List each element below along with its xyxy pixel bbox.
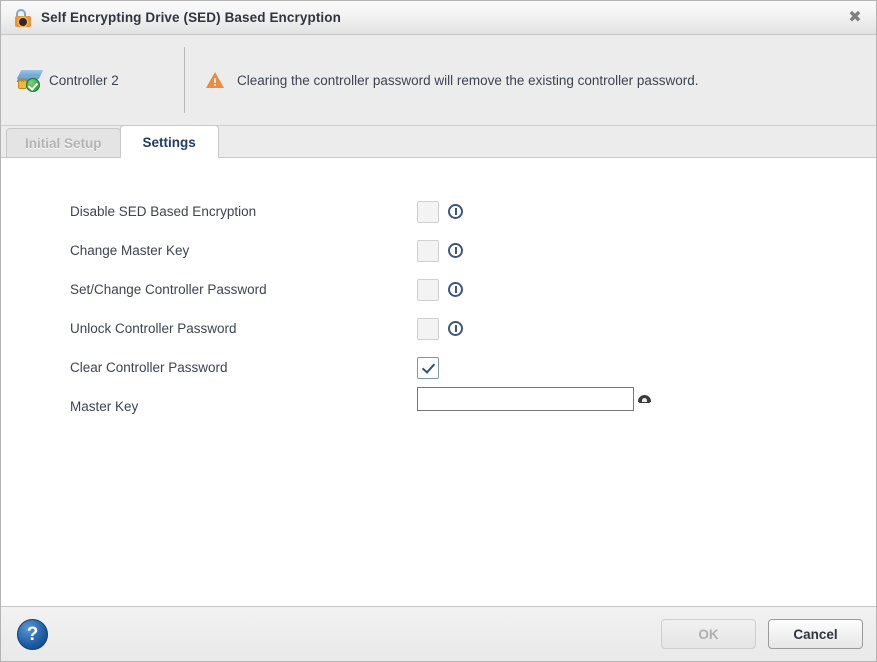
checkbox-wrap-change-master-key	[417, 240, 439, 262]
info-icon-disable-sed-based-encryption[interactable]	[448, 204, 463, 219]
controller-pane: Controller 2	[1, 35, 184, 125]
tab-strip: Initial Setup Settings	[1, 126, 876, 158]
info-icon-set-change-controller-password[interactable]	[448, 282, 463, 297]
master-key-input[interactable]	[417, 387, 634, 411]
tab-settings[interactable]: Settings	[120, 125, 219, 158]
dialog-header: Controller 2 Clearing the controller pas…	[1, 35, 876, 126]
padlock-gear-icon	[13, 8, 33, 28]
checkbox-wrap-disable-sed-based-encryption	[417, 201, 439, 223]
checkbox-wrap-unlock-controller-password	[417, 318, 439, 340]
row-set-change-controller-password: Set/Change Controller Password	[1, 270, 876, 309]
checkbox-wrap-clear-controller-password	[417, 357, 439, 379]
eye-icon[interactable]	[638, 392, 651, 403]
checkbox-set-change-controller-password[interactable]	[417, 279, 439, 301]
checkbox-disable-sed-based-encryption[interactable]	[417, 201, 439, 223]
controller-label: Controller 2	[49, 73, 119, 88]
label-disable-sed-based-encryption: Disable SED Based Encryption	[70, 204, 256, 219]
info-icon-change-master-key[interactable]	[448, 243, 463, 258]
settings-panel: Disable SED Based Encryption Change Mast…	[1, 158, 876, 606]
label-unlock-controller-password: Unlock Controller Password	[70, 321, 237, 336]
sed-encryption-dialog: Self Encrypting Drive (SED) Based Encryp…	[0, 0, 877, 662]
row-master-key: Master Key	[1, 387, 876, 427]
ok-button[interactable]: OK	[661, 619, 756, 649]
close-icon[interactable]: ✖	[834, 1, 876, 34]
checkbox-change-master-key[interactable]	[417, 240, 439, 262]
warning-triangle-icon	[206, 72, 224, 88]
row-unlock-controller-password: Unlock Controller Password	[1, 309, 876, 348]
label-set-change-controller-password: Set/Change Controller Password	[70, 282, 267, 297]
row-change-master-key: Change Master Key	[1, 231, 876, 270]
help-question-icon[interactable]: ?	[17, 619, 48, 650]
checkbox-unlock-controller-password[interactable]	[417, 318, 439, 340]
controller-locked-ok-icon	[17, 68, 43, 92]
checkbox-wrap-set-change-controller-password	[417, 279, 439, 301]
checkbox-clear-controller-password[interactable]	[417, 357, 439, 379]
label-change-master-key: Change Master Key	[70, 243, 189, 258]
warning-pane: Clearing the controller password will re…	[185, 35, 876, 125]
info-icon-unlock-controller-password[interactable]	[448, 321, 463, 336]
tab-initial-setup[interactable]: Initial Setup	[6, 128, 121, 157]
label-master-key: Master Key	[70, 399, 138, 414]
window-title: Self Encrypting Drive (SED) Based Encryp…	[41, 10, 341, 25]
dialog-footer: ? OK Cancel	[1, 606, 876, 661]
title-bar: Self Encrypting Drive (SED) Based Encryp…	[1, 1, 876, 35]
row-clear-controller-password: Clear Controller Password	[1, 348, 876, 387]
label-clear-controller-password: Clear Controller Password	[70, 360, 228, 375]
cancel-button[interactable]: Cancel	[768, 619, 863, 649]
row-disable-sed-based-encryption: Disable SED Based Encryption	[1, 192, 876, 231]
warning-message: Clearing the controller password will re…	[237, 73, 698, 88]
